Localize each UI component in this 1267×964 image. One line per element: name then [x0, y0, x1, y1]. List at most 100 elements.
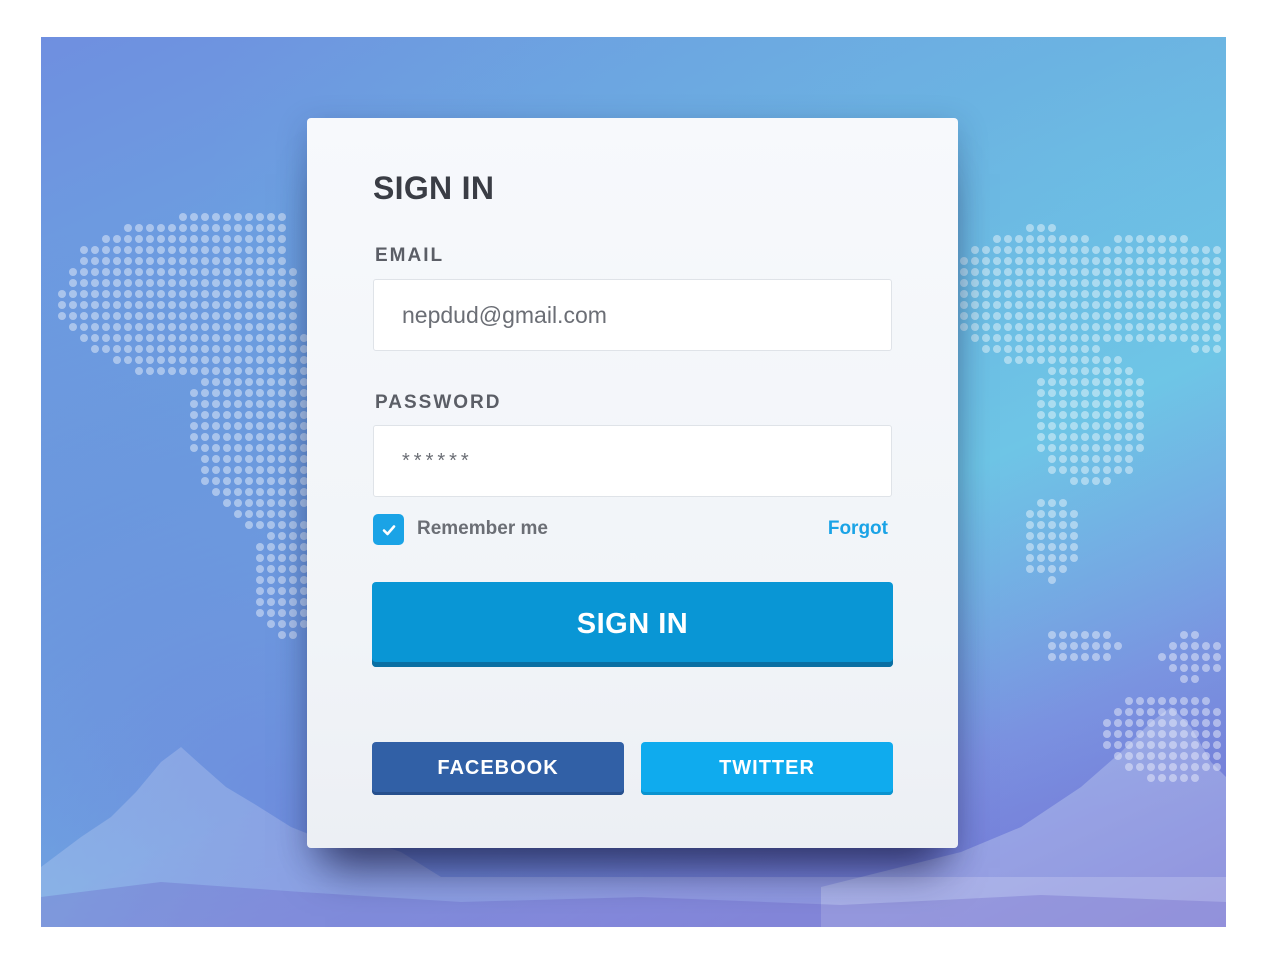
map-dot	[256, 598, 264, 606]
sign-in-button[interactable]: SIGN IN	[372, 582, 893, 667]
map-dot	[80, 301, 88, 309]
map-dot	[1202, 312, 1210, 320]
map-dot	[223, 389, 231, 397]
map-dot	[1158, 334, 1166, 342]
map-dot	[1026, 224, 1034, 232]
map-dot	[1103, 631, 1111, 639]
email-field[interactable]	[373, 279, 892, 351]
map-dot	[1070, 279, 1078, 287]
map-dot	[971, 279, 979, 287]
map-dot	[1037, 389, 1045, 397]
map-dot	[1125, 367, 1133, 375]
map-dot	[971, 334, 979, 342]
map-dot	[1125, 389, 1133, 397]
map-dot	[1059, 642, 1067, 650]
map-dot	[234, 257, 242, 265]
map-dot	[1081, 466, 1089, 474]
map-dot	[1147, 290, 1155, 298]
map-dot	[223, 477, 231, 485]
map-dot	[201, 334, 209, 342]
map-dot	[157, 257, 165, 265]
map-dot	[256, 444, 264, 452]
map-dot	[1081, 642, 1089, 650]
map-dot	[1048, 510, 1056, 518]
remember-me-label[interactable]: Remember me	[417, 518, 548, 540]
remember-me-checkbox[interactable]	[373, 514, 404, 545]
map-dot	[1158, 301, 1166, 309]
map-dot	[289, 301, 297, 309]
map-dot	[289, 334, 297, 342]
map-dot	[289, 521, 297, 529]
map-dot	[1059, 532, 1067, 540]
twitter-button[interactable]: TWITTER	[641, 742, 893, 795]
map-dot	[1048, 312, 1056, 320]
map-dot	[201, 257, 209, 265]
map-dot	[190, 444, 198, 452]
map-dot	[1180, 334, 1188, 342]
map-dot	[124, 356, 132, 364]
map-dot	[1081, 367, 1089, 375]
map-dot	[91, 268, 99, 276]
map-dot	[124, 246, 132, 254]
map-dot	[1026, 301, 1034, 309]
map-dot	[201, 268, 209, 276]
map-dot	[135, 290, 143, 298]
map-dot	[1125, 334, 1133, 342]
map-dot	[1048, 444, 1056, 452]
map-dot	[245, 301, 253, 309]
map-dot	[1136, 301, 1144, 309]
map-dot	[278, 246, 286, 254]
map-dot	[1114, 466, 1122, 474]
map-dot	[113, 345, 121, 353]
map-dot	[1048, 224, 1056, 232]
map-dot	[267, 422, 275, 430]
map-dot	[102, 268, 110, 276]
map-dot	[1004, 345, 1012, 353]
map-dot	[168, 257, 176, 265]
map-dot	[1213, 312, 1221, 320]
map-dot	[190, 312, 198, 320]
map-dot	[1015, 312, 1023, 320]
map-dot	[256, 411, 264, 419]
map-dot	[256, 356, 264, 364]
map-dot	[267, 367, 275, 375]
map-dot	[267, 257, 275, 265]
map-dot	[256, 367, 264, 375]
map-dot	[1059, 510, 1067, 518]
map-dot	[201, 301, 209, 309]
map-dot	[190, 213, 198, 221]
map-dot	[1070, 345, 1078, 353]
facebook-button[interactable]: FACEBOOK	[372, 742, 624, 795]
map-dot	[1191, 323, 1199, 331]
map-dot	[1103, 422, 1111, 430]
map-dot	[212, 466, 220, 474]
map-dot	[1202, 345, 1210, 353]
map-dot	[234, 400, 242, 408]
forgot-password-link[interactable]: Forgot	[828, 518, 888, 540]
map-dot	[1004, 257, 1012, 265]
map-dot	[1158, 257, 1166, 265]
map-dot	[1092, 455, 1100, 463]
map-dot	[1081, 389, 1089, 397]
map-dot	[179, 312, 187, 320]
map-dot	[1059, 499, 1067, 507]
map-dot	[245, 488, 253, 496]
password-field[interactable]	[373, 425, 892, 497]
map-dot	[289, 576, 297, 584]
map-dot	[1070, 301, 1078, 309]
map-dot	[190, 433, 198, 441]
map-dot	[256, 268, 264, 276]
map-dot	[223, 224, 231, 232]
map-dot	[1026, 543, 1034, 551]
map-dot	[1125, 268, 1133, 276]
map-dot	[1059, 378, 1067, 386]
map-dot	[1114, 444, 1122, 452]
map-dot	[223, 400, 231, 408]
map-dot	[1092, 411, 1100, 419]
map-dot	[201, 389, 209, 397]
map-dot	[1070, 466, 1078, 474]
map-dot	[1158, 312, 1166, 320]
map-dot	[245, 400, 253, 408]
map-dot	[245, 224, 253, 232]
map-dot	[278, 565, 286, 573]
